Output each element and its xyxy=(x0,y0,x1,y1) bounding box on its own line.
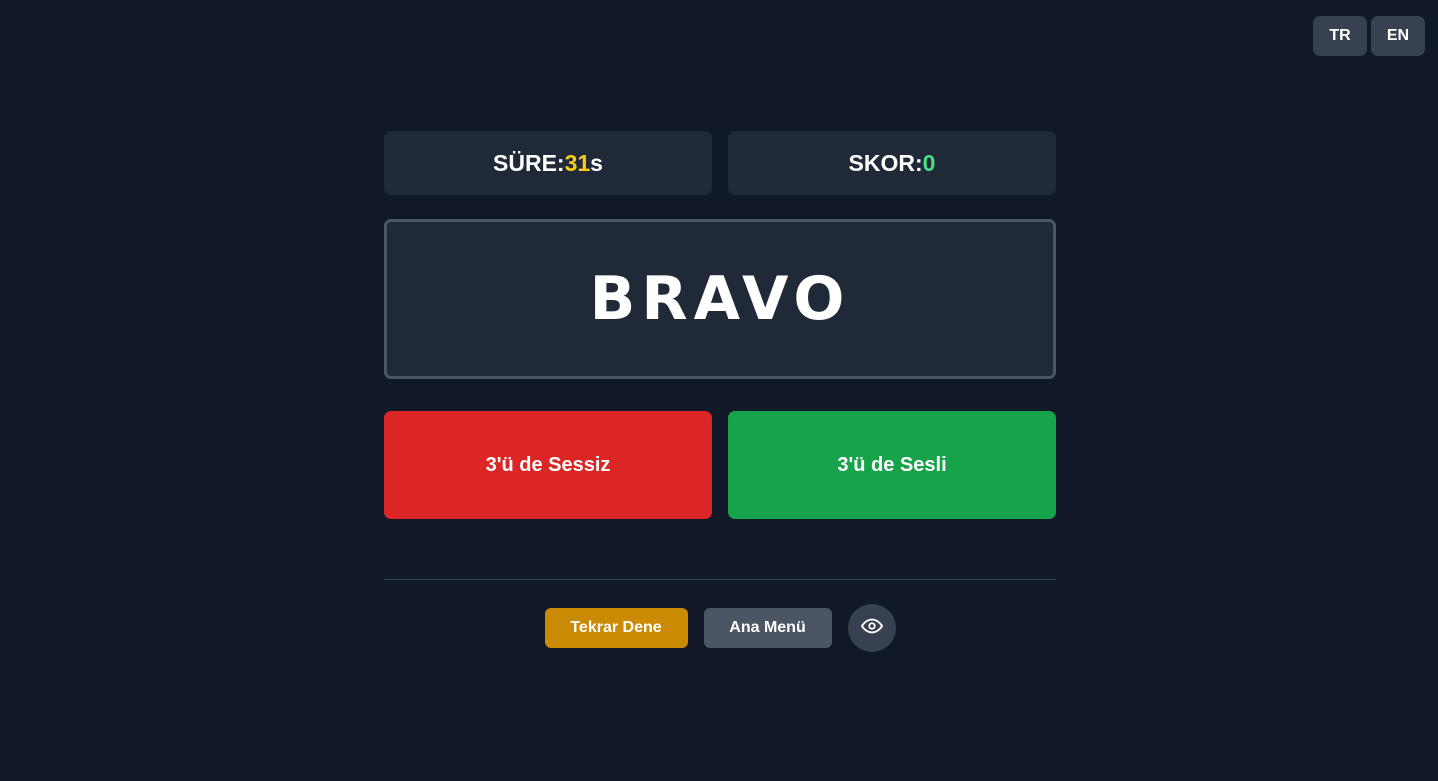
all-voiceless-button[interactable]: 3'ü de Sessiz xyxy=(384,411,712,519)
main-menu-button[interactable]: Ana Menü xyxy=(703,608,832,648)
main-menu-label: Ana Menü xyxy=(729,619,806,636)
current-word: BRAVO xyxy=(589,264,851,334)
language-tr-button[interactable]: TR xyxy=(1313,16,1367,56)
game-controls: Tekrar Dene Ana Menü xyxy=(384,604,1056,652)
all-voiced-label: 3'ü de Sesli xyxy=(837,453,947,476)
score-display: SKOR: 0 xyxy=(728,131,1056,195)
word-card: BRAVO xyxy=(384,219,1056,379)
eye-icon xyxy=(860,615,883,642)
time-display: SÜRE: 31 s xyxy=(384,131,712,195)
stats-bar: SÜRE: 31 s SKOR: 0 xyxy=(384,131,1056,195)
retry-button[interactable]: Tekrar Dene xyxy=(544,608,688,648)
retry-label: Tekrar Dene xyxy=(570,619,662,636)
language-switcher: TR EN xyxy=(1313,16,1425,56)
divider xyxy=(384,579,1056,580)
time-value: 31 xyxy=(564,149,591,176)
all-voiceless-label: 3'ü de Sessiz xyxy=(485,453,611,476)
language-en-button[interactable]: EN xyxy=(1371,16,1425,56)
all-voiced-button[interactable]: 3'ü de Sesli xyxy=(728,411,1056,519)
time-label: SÜRE: xyxy=(493,149,565,176)
time-unit: s xyxy=(590,149,603,176)
game-panel: SÜRE: 31 s SKOR: 0 BRAVO 3'ü de Sessiz 3'… xyxy=(384,131,1056,652)
score-value: 0 xyxy=(922,149,936,176)
answer-buttons: 3'ü de Sessiz 3'ü de Sesli xyxy=(384,411,1056,519)
score-label: SKOR: xyxy=(848,149,923,176)
reveal-button[interactable] xyxy=(847,604,896,652)
